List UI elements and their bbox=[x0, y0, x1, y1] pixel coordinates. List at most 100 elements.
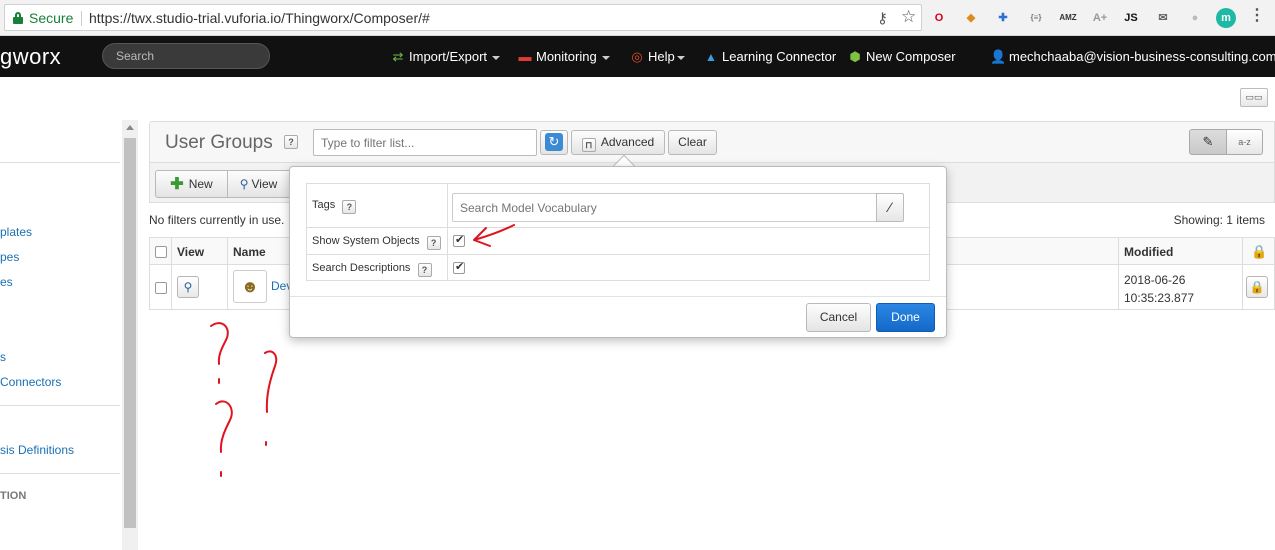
alpha-view-toggle[interactable]: a-z bbox=[1227, 129, 1263, 155]
user-group-icon: ☻ bbox=[233, 270, 267, 303]
page-title-text: User Groups bbox=[165, 132, 273, 153]
nav-import-export[interactable]: ⇄ Import/Export bbox=[390, 49, 501, 65]
lock-icon: 🔒 bbox=[1251, 244, 1268, 259]
sidebar-item-extensions[interactable]: s bbox=[0, 350, 6, 364]
list-view-toggle[interactable]: ✎ bbox=[1189, 129, 1227, 155]
help-icon[interactable]: ? bbox=[283, 135, 298, 149]
column-header-modified[interactable]: Modified bbox=[1124, 245, 1173, 259]
show-system-objects-checkbox[interactable] bbox=[453, 233, 465, 247]
nav-new-composer-label: New Composer bbox=[866, 49, 956, 64]
address-separator bbox=[81, 11, 82, 26]
column-divider bbox=[171, 237, 172, 310]
modified-time: 10:35:23.877 bbox=[1124, 291, 1195, 305]
sidebar-item-analysis-definitions[interactable]: sis Definitions bbox=[0, 443, 74, 457]
row-checkbox[interactable] bbox=[155, 282, 167, 294]
view-label: View bbox=[251, 177, 278, 191]
refresh-icon: ↻ bbox=[545, 133, 563, 151]
chevron-down-icon bbox=[492, 55, 501, 60]
modified-date: 2018-06-26 bbox=[1124, 273, 1186, 287]
nav-help-label: Help bbox=[648, 49, 675, 64]
sidebar-item-things[interactable]: es bbox=[0, 275, 13, 289]
composer-cube-icon: ⬢ bbox=[849, 49, 861, 64]
fullscreen-toggle-button[interactable]: ▭▭ bbox=[1240, 88, 1268, 107]
tag-picker-button[interactable]: ⁄ bbox=[876, 193, 904, 222]
column-divider bbox=[1118, 237, 1119, 310]
column-divider bbox=[227, 237, 228, 310]
browser-toolbar: Secure https://twx.studio-trial.vuforia.… bbox=[0, 0, 1275, 36]
search-descriptions-checkbox[interactable] bbox=[453, 260, 465, 274]
nav-learning-connector[interactable]: ▲ Learning Connector bbox=[703, 49, 836, 64]
row-view-button[interactable]: ⚲ bbox=[177, 276, 199, 298]
advanced-filter-icon: ⊓ bbox=[581, 138, 596, 152]
nav-monitoring-label: Monitoring bbox=[536, 49, 597, 64]
show-system-objects-text: Show System Objects bbox=[312, 235, 420, 247]
circle-extension-icon[interactable]: ● bbox=[1185, 8, 1205, 28]
global-search-input[interactable]: Search bbox=[102, 43, 270, 69]
filter-list-input[interactable] bbox=[313, 129, 537, 156]
nav-help[interactable]: ◎ Help bbox=[629, 49, 685, 65]
address-bar[interactable]: Secure https://twx.studio-trial.vuforia.… bbox=[4, 4, 922, 31]
done-button[interactable]: Done bbox=[876, 303, 935, 332]
search-descriptions-label: Search Descriptions ? bbox=[312, 262, 432, 277]
question-mark-annotation bbox=[215, 400, 233, 453]
scroll-up-icon[interactable] bbox=[126, 125, 134, 130]
row-divider bbox=[306, 227, 930, 228]
nav-new-composer[interactable]: ⬢ New Composer bbox=[847, 49, 956, 65]
opera-icon[interactable]: O bbox=[929, 8, 949, 28]
chevron-down-icon bbox=[676, 55, 685, 60]
column-divider bbox=[447, 183, 448, 281]
sidebar-item-shapes[interactable]: pes bbox=[0, 250, 19, 264]
search-descriptions-text: Search Descriptions bbox=[312, 262, 411, 274]
popup-footer-divider bbox=[290, 296, 946, 297]
key-icon[interactable]: ⚷ bbox=[877, 9, 888, 27]
lock-icon bbox=[13, 12, 23, 24]
magnifier-icon: ⚲ bbox=[183, 280, 193, 294]
magnifier-icon: ⚲ bbox=[239, 177, 249, 191]
sidebar-section-heading: TION bbox=[0, 490, 27, 502]
browser-menu-icon[interactable]: ⋮ bbox=[1247, 6, 1267, 26]
user-icon: 👤 bbox=[990, 49, 1007, 64]
brand-logo: gworx bbox=[0, 44, 62, 69]
az-sort-icon: a-z bbox=[1238, 137, 1251, 147]
js-extension-icon[interactable]: JS bbox=[1121, 8, 1141, 28]
network-extension-icon[interactable]: ✚ bbox=[993, 8, 1013, 28]
sidebar-scroll-thumb[interactable] bbox=[124, 138, 136, 528]
url-text[interactable]: https://twx.studio-trial.vuforia.io/Thin… bbox=[89, 10, 430, 26]
column-header-view[interactable]: View bbox=[177, 245, 204, 259]
bookmark-star-icon[interactable]: ☆ bbox=[901, 7, 916, 27]
row-permissions-button[interactable]: 🔒 bbox=[1246, 276, 1268, 298]
inbox-extension-icon[interactable]: ✉ bbox=[1153, 8, 1173, 28]
help-icon[interactable]: ? bbox=[417, 263, 432, 277]
cancel-button[interactable]: Cancel bbox=[806, 303, 871, 332]
advanced-button[interactable]: ⊓ Advanced bbox=[571, 130, 665, 155]
clear-button[interactable]: Clear bbox=[668, 130, 717, 155]
nav-user-menu[interactable]: 👤 mechchaaba@vision-business-consulting.c… bbox=[990, 49, 1275, 65]
help-icon[interactable]: ? bbox=[342, 200, 357, 214]
new-button[interactable]: ✚ New bbox=[155, 170, 228, 198]
fox-extension-icon[interactable]: ◆ bbox=[961, 8, 981, 28]
help-lifebuoy-icon: ◎ bbox=[631, 49, 643, 64]
magic-wand-icon: ⁄ bbox=[888, 199, 892, 215]
view-button[interactable]: ⚲ View bbox=[228, 170, 290, 198]
filter-status: No filters currently in use. bbox=[149, 213, 285, 227]
refresh-button[interactable]: ↻ bbox=[540, 130, 568, 155]
question-mark-annotation bbox=[210, 322, 229, 365]
row-modified: 2018-06-26 10:35:23.877 bbox=[1124, 271, 1194, 307]
amz-extension-icon[interactable]: AMZ bbox=[1058, 8, 1078, 28]
profile-m-icon[interactable]: m bbox=[1216, 8, 1236, 28]
row-divider bbox=[306, 254, 930, 255]
font-extension-icon[interactable]: A+ bbox=[1090, 8, 1110, 28]
nav-learning-connector-label: Learning Connector bbox=[722, 49, 837, 64]
new-label: New bbox=[188, 177, 213, 191]
vocabulary-search-input[interactable] bbox=[452, 193, 877, 222]
column-header-name[interactable]: Name bbox=[233, 245, 266, 259]
nav-monitoring[interactable]: ▬ Monitoring bbox=[517, 49, 610, 64]
select-all-checkbox[interactable] bbox=[155, 246, 167, 258]
sidebar-item-connectors[interactable]: Connectors bbox=[0, 375, 61, 389]
sidebar-item-templates[interactable]: plates bbox=[0, 225, 32, 239]
help-icon[interactable]: ? bbox=[426, 236, 441, 250]
json-extension-icon[interactable]: {≡} bbox=[1026, 8, 1046, 28]
advanced-label: Advanced bbox=[600, 135, 655, 149]
lock-edit-icon: 🔒 bbox=[1249, 280, 1265, 294]
page-title: User Groups ? bbox=[165, 132, 298, 154]
